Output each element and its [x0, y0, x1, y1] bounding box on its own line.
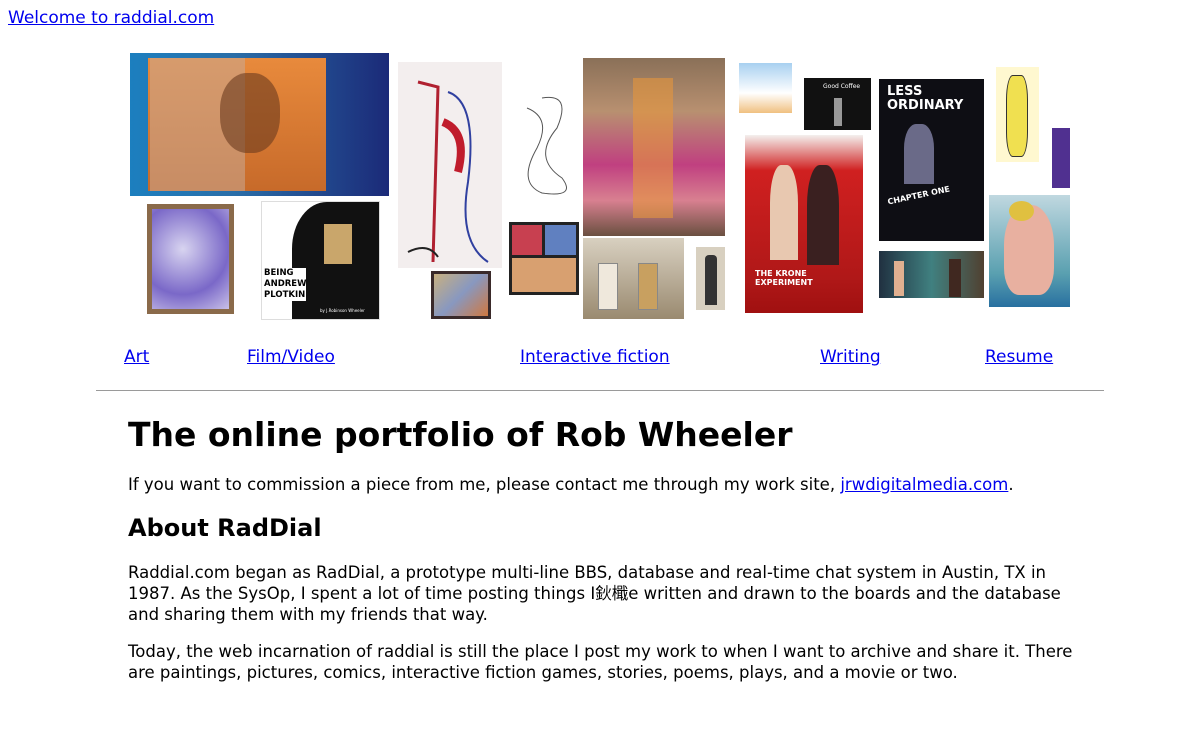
main-content: The online portfolio of Rob Wheeler If y… — [128, 410, 1073, 683]
collage-sky-photo[interactable] — [739, 63, 792, 113]
about-paragraph-1: Raddial.com began as RadDial, a prototyp… — [128, 563, 1061, 624]
krone-title: THE KRONE EXPERIMENT — [755, 269, 813, 287]
collage-dance-photo[interactable] — [879, 251, 984, 298]
coffee-title: Good Coffee — [823, 83, 861, 90]
collage-plotkin-cover[interactable]: BEING ANDREW PLOTKIN by J.Robinson Wheel… — [261, 201, 380, 320]
collage-person-photo[interactable] — [696, 247, 725, 310]
nav-resume[interactable]: Resume — [985, 347, 1053, 367]
collage-line-scribble[interactable] — [512, 88, 582, 206]
collage-yellow-sketch[interactable] — [996, 67, 1039, 162]
collage-comic-page[interactable] — [509, 222, 579, 295]
collage-less-ordinary[interactable]: LESS ORDINARY CHAPTER ONE — [879, 79, 984, 241]
about-paragraph-2: Today, the web incarnation of raddial is… — [128, 642, 1073, 682]
collage-purple-figure[interactable] — [1052, 128, 1070, 188]
page-title: The online portfolio of Rob Wheeler — [128, 415, 793, 454]
work-site-link[interactable]: jrwdigitalmedia.com — [840, 475, 1008, 494]
about-heading: About RadDial — [128, 514, 322, 542]
portfolio-collage: BEING ANDREW PLOTKIN by J.Robinson Wheel… — [0, 0, 1200, 330]
collage-figure-painting[interactable] — [989, 195, 1070, 307]
nav-film-video[interactable]: Film/Video — [247, 347, 335, 367]
divider — [96, 390, 1104, 391]
nav-writing[interactable]: Writing — [820, 347, 881, 367]
commission-period: . — [1008, 475, 1014, 494]
collage-red-sketch[interactable] — [398, 62, 502, 268]
plotkin-title: BEING ANDREW PLOTKIN — [264, 268, 307, 301]
collage-portrait-image[interactable] — [130, 53, 389, 196]
collage-purple-drawing[interactable] — [147, 204, 234, 314]
less-ordinary-sub: CHAPTER ONE — [886, 184, 951, 207]
collage-glasses-painting[interactable] — [583, 238, 684, 319]
nav-interactive-fiction[interactable]: Interactive fiction — [520, 347, 670, 367]
less-ordinary-title: LESS ORDINARY — [887, 84, 964, 113]
commission-text: If you want to commission a piece from m… — [128, 475, 841, 494]
commission-paragraph: If you want to commission a piece from m… — [128, 474, 1073, 495]
nav-art[interactable]: Art — [124, 347, 149, 367]
plotkin-byline: by J.Robinson Wheeler — [320, 308, 365, 313]
collage-abstract-painting[interactable] — [583, 58, 725, 236]
collage-small-painting[interactable] — [431, 271, 491, 319]
collage-good-coffee[interactable]: Good Coffee — [804, 78, 871, 130]
collage-krone-poster[interactable]: THE KRONE EXPERIMENT — [745, 135, 863, 313]
